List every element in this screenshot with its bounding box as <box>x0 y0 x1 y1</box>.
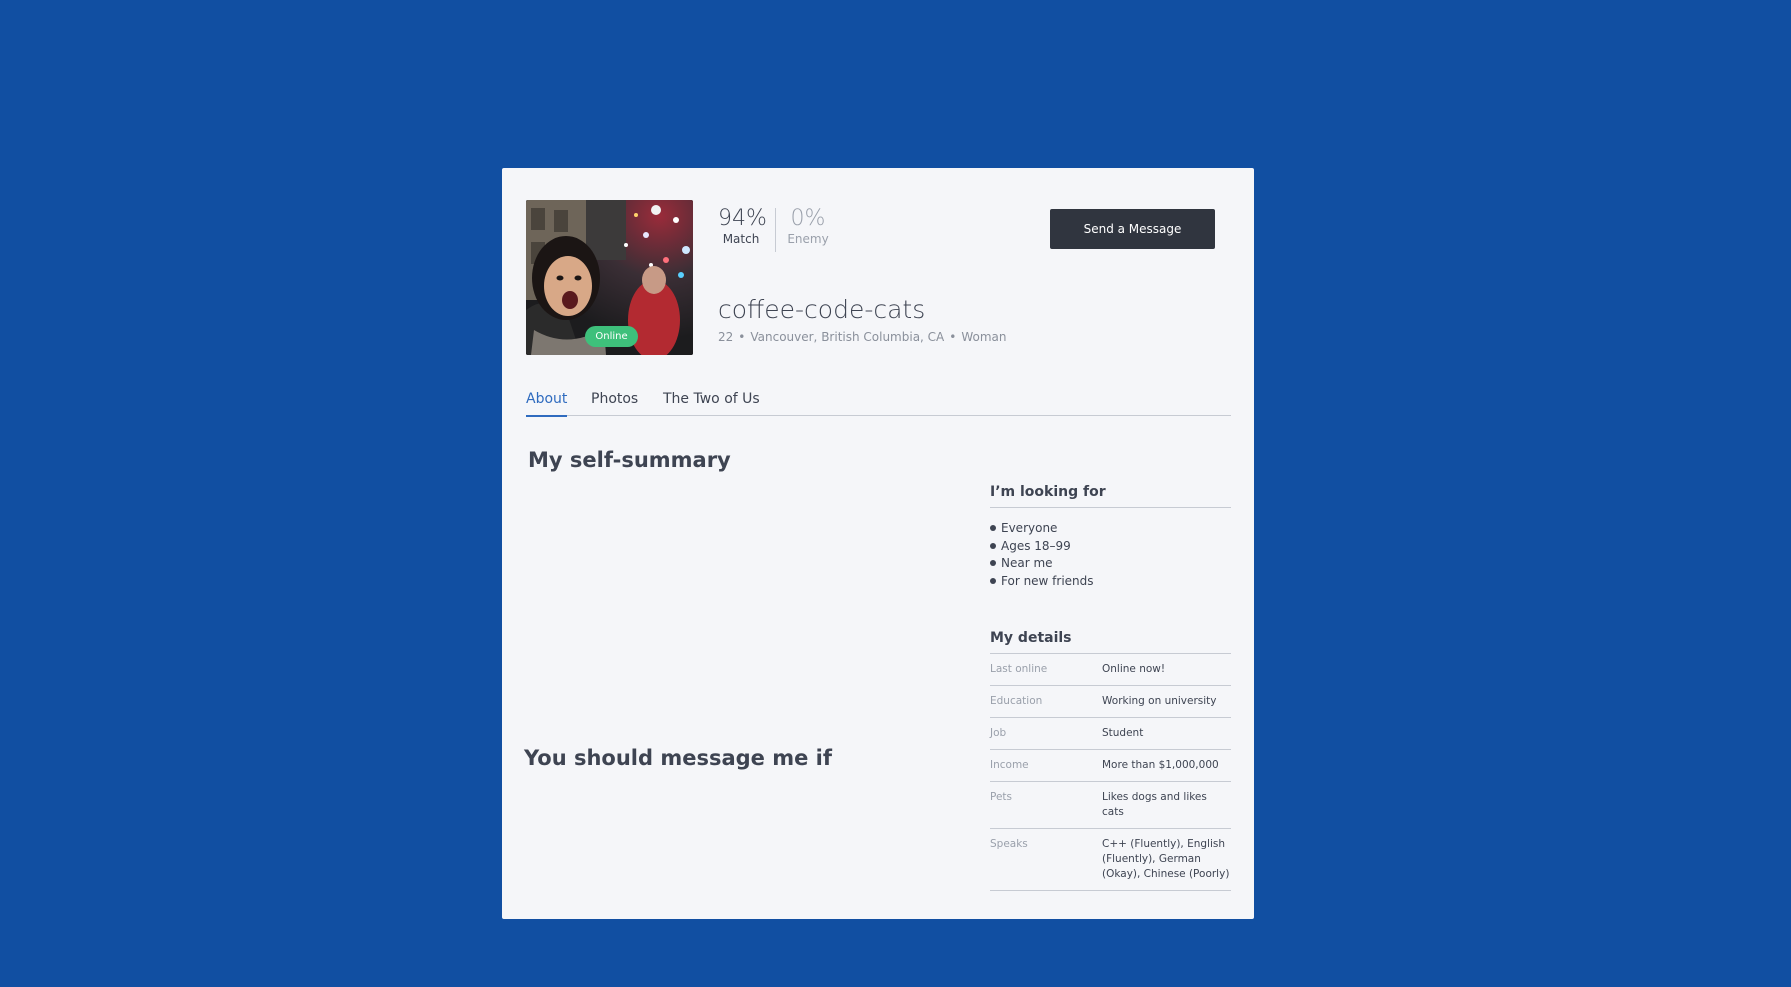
stat-divider <box>775 208 776 252</box>
table-row: Job Student <box>990 717 1231 750</box>
detail-key: Pets <box>990 781 1102 829</box>
match-stat: 94% Match <box>718 206 767 247</box>
tab-photos[interactable]: Photos <box>591 391 638 415</box>
looking-for-heading: I’m looking for <box>990 484 1231 508</box>
meta-separator: • <box>738 330 746 344</box>
detail-key: Last online <box>990 654 1102 686</box>
table-row: Last online Online now! <box>990 654 1231 686</box>
list-item: Ages 18–99 <box>990 538 1231 556</box>
online-status-badge: Online <box>585 326 638 347</box>
gender: Woman <box>961 330 1007 344</box>
detail-key: Education <box>990 685 1102 718</box>
looking-for-item: Ages 18–99 <box>1001 538 1071 553</box>
bullet-icon <box>990 577 996 584</box>
enemy-percentage: 0% <box>790 206 826 231</box>
meta-separator: • <box>949 330 957 344</box>
detail-key: Speaks <box>990 828 1102 891</box>
my-details-heading: My details <box>990 630 1231 654</box>
bullet-icon <box>990 525 996 531</box>
enemy-label: Enemy <box>787 232 829 246</box>
detail-value: Online now! <box>1102 654 1231 686</box>
table-row: Speaks C++ (Fluently), English (Fluently… <box>990 828 1231 891</box>
bullet-icon <box>990 560 996 566</box>
tab-the-two-of-us[interactable]: The Two of Us <box>663 391 760 415</box>
detail-value: Working on university <box>1102 685 1231 718</box>
age: 22 <box>718 330 734 344</box>
profile-tabs: About Photos The Two of Us <box>526 391 1231 417</box>
details-table: Last online Online now! Education Workin… <box>990 654 1231 891</box>
looking-for-item: For new friends <box>1001 573 1094 588</box>
match-label: Match <box>722 232 760 246</box>
table-row: Income More than $1,000,000 <box>990 749 1231 782</box>
table-row: Pets Likes dogs and likes cats <box>990 781 1231 829</box>
username: coffee-code-cats <box>718 295 926 324</box>
looking-for-list: Everyone Ages 18–99 Near me For new frie… <box>990 520 1231 590</box>
looking-for-section: I’m looking for Everyone Ages 18–99 Near… <box>990 484 1231 590</box>
list-item: Everyone <box>990 520 1231 538</box>
send-message-button[interactable]: Send a Message <box>1050 209 1215 249</box>
my-details-section: My details Last online Online now! Educa… <box>990 630 1231 891</box>
profile-photo[interactable]: Online <box>526 200 693 355</box>
detail-key: Job <box>990 717 1102 750</box>
list-item: Near me <box>990 555 1231 573</box>
detail-value: C++ (Fluently), English (Fluently), Germ… <box>1102 828 1231 891</box>
profile-card: Online 94% Match 0% Enemy Send a Message… <box>502 168 1254 919</box>
message-me-if-heading: You should message me if <box>524 746 832 770</box>
match-percentage: 94% <box>718 206 767 231</box>
enemy-stat: 0% Enemy <box>787 207 829 247</box>
detail-key: Income <box>990 749 1102 782</box>
list-item: For new friends <box>990 573 1231 591</box>
detail-value: Likes dogs and likes cats <box>1102 781 1231 829</box>
detail-value: Student <box>1102 717 1231 750</box>
looking-for-item: Everyone <box>1001 521 1058 535</box>
location: Vancouver, British Columbia, CA <box>750 330 945 344</box>
profile-meta: 22 • Vancouver, British Columbia, CA • Woman <box>718 330 1007 344</box>
self-summary-heading: My self-summary <box>528 448 731 472</box>
table-row: Education Working on university <box>990 685 1231 718</box>
looking-for-item: Near me <box>1001 556 1053 570</box>
tab-about[interactable]: About <box>526 391 568 417</box>
detail-value: More than $1,000,000 <box>1102 749 1231 782</box>
bullet-icon <box>990 542 996 549</box>
